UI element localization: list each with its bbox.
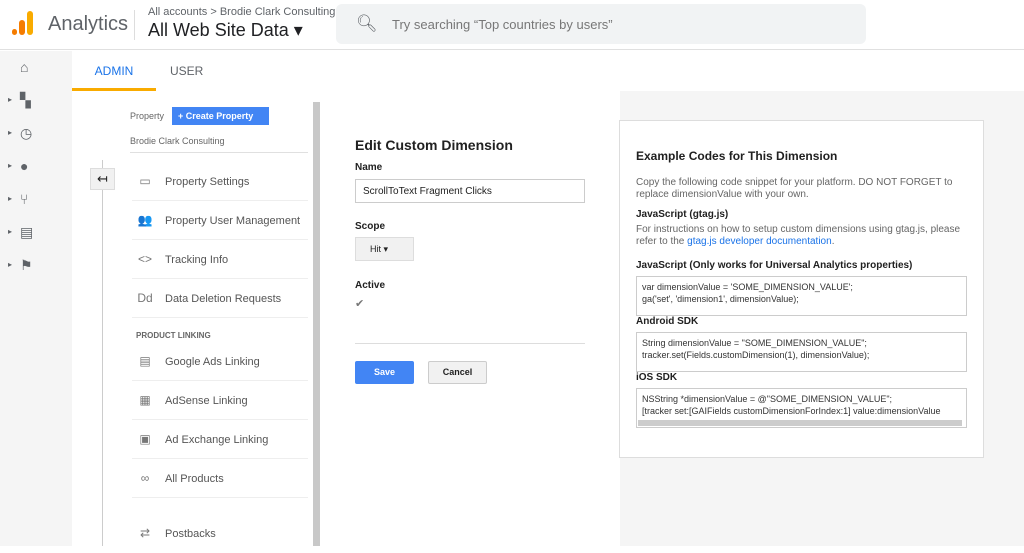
android-code-box[interactable]: String dimensionValue = "SOME_DIMENSION_…	[636, 332, 967, 372]
android-heading: Android SDK	[636, 316, 699, 327]
tracking-info-item[interactable]: <> Tracking Info	[132, 240, 308, 279]
postbacks-item[interactable]: ⇄ Postbacks	[132, 514, 308, 553]
item-label: AdSense Linking	[165, 395, 248, 407]
ad-exchange-icon: ▣	[139, 432, 151, 446]
divider	[102, 160, 103, 546]
nav-acquisition[interactable]: ▸ ⑂	[8, 191, 58, 213]
horizontal-scrollbar[interactable]	[638, 420, 962, 426]
edit-form-area	[320, 91, 620, 546]
divider	[130, 152, 308, 153]
left-nav: ⌂ ▸ ▚ ▸ ◷ ▸ ● ▸ ⑂ ▸ ▤ ▸ ⚑	[0, 51, 72, 546]
section-heading: PRODUCT LINKING	[136, 331, 211, 340]
acquisition-icon: ⑂	[20, 191, 29, 207]
postbacks-icon: ⇄	[139, 526, 151, 540]
code-line: var dimensionValue = 'SOME_DIMENSION_VAL…	[642, 282, 853, 292]
code-icon: <>	[137, 252, 152, 266]
property-user-management-item[interactable]: 👥 Property User Management	[132, 201, 308, 240]
gtag-heading: JavaScript (gtag.js)	[636, 209, 729, 220]
app-name: Analytics	[48, 13, 129, 35]
search-bar[interactable]: 🔍︎ Try searching “Top countries by users”	[336, 4, 866, 44]
ad-exchange-linking-item[interactable]: ▣ Ad Exchange Linking	[132, 420, 308, 459]
gtag-text: For instructions on how to setup custom …	[636, 224, 971, 248]
adsense-linking-item[interactable]: ▦ AdSense Linking	[132, 381, 308, 420]
tab-bar: ADMIN USER	[72, 51, 1024, 91]
gtag-docs-link[interactable]: gtag.js developer documentation	[687, 236, 832, 247]
link-icon: ∞	[140, 471, 150, 485]
layout-icon: ▭	[139, 174, 151, 188]
ua-heading: JavaScript (Only works for Universal Ana…	[636, 260, 913, 271]
ios-code-box[interactable]: NSString *dimensionValue = @"SOME_DIMENS…	[636, 388, 967, 428]
tab-admin[interactable]: ADMIN	[72, 64, 156, 91]
item-label: All Products	[165, 473, 224, 485]
breadcrumb[interactable]: All accounts > Brodie Clark Consulting	[148, 6, 335, 18]
item-label: Property User Management	[165, 215, 301, 227]
clock-icon: ◷	[20, 125, 33, 141]
scrollbar[interactable]	[313, 102, 320, 546]
scope-label: Scope	[355, 221, 386, 232]
code-line: NSString *dimensionValue = @"SOME_DIMENS…	[642, 394, 893, 404]
data-deletion-item[interactable]: Dd Data Deletion Requests	[132, 279, 308, 318]
item-label: Google Ads Linking	[165, 356, 260, 368]
panel-intro: Copy the following code snippet for your…	[636, 177, 953, 200]
users-icon: 👥	[137, 213, 153, 227]
name-label: Name	[355, 162, 383, 173]
flag-icon: ⚑	[20, 257, 33, 273]
search-placeholder: Try searching “Top countries by users”	[392, 17, 613, 32]
code-line: [tracker set:[GAIFields customDimensionF…	[642, 406, 941, 416]
item-label: Property Settings	[165, 176, 250, 188]
name-input[interactable]: ScrollToText Fragment Clicks	[355, 179, 585, 203]
active-label: Active	[355, 280, 386, 291]
home-icon: ⌂	[20, 59, 29, 75]
item-label: Tracking Info	[165, 254, 229, 266]
dashboard-icon: ▚	[20, 92, 31, 108]
code-line: ga('set', 'dimension1', dimensionValue);	[642, 294, 799, 304]
cancel-button[interactable]: Cancel	[428, 361, 487, 384]
nav-customization[interactable]: ▸ ▚	[8, 92, 58, 114]
active-checkbox[interactable]: ✔	[355, 297, 364, 310]
property-settings-item[interactable]: ▭ Property Settings	[132, 162, 308, 201]
back-arrow-icon[interactable]: ↤	[90, 168, 115, 190]
example-codes-panel: Example Codes for This Dimension Copy th…	[619, 120, 984, 458]
code-line: tracker.set(Fields.customDimension(1), d…	[642, 350, 870, 360]
nav-realtime[interactable]: ▸ ◷	[8, 125, 58, 147]
save-button[interactable]: Save	[355, 361, 414, 384]
item-label: Data Deletion Requests	[165, 293, 282, 305]
nav-behavior[interactable]: ▸ ▤	[8, 224, 58, 246]
ads-icon: ▤	[139, 354, 151, 368]
nav-home[interactable]: ⌂	[8, 59, 58, 81]
google-ads-linking-item[interactable]: ▤ Google Ads Linking	[132, 342, 308, 381]
analytics-logo-icon[interactable]	[12, 11, 34, 35]
all-products-item[interactable]: ∞ All Products	[132, 459, 308, 498]
property-label: Property	[130, 111, 165, 121]
ua-code-box[interactable]: var dimensionValue = 'SOME_DIMENSION_VAL…	[636, 276, 967, 316]
search-icon: 🔍︎	[356, 14, 378, 33]
person-icon: ●	[20, 158, 29, 174]
period: .	[831, 236, 835, 247]
panel-title: Example Codes for This Dimension	[636, 149, 838, 163]
adsense-icon: ▦	[139, 393, 151, 407]
behavior-icon: ▤	[20, 224, 34, 240]
item-label: Ad Exchange Linking	[165, 434, 269, 446]
scope-select[interactable]: Hit ▾	[355, 237, 414, 261]
code-line: String dimensionValue = "SOME_DIMENSION_…	[642, 338, 867, 348]
ios-heading: iOS SDK	[636, 372, 678, 383]
property-selector[interactable]: Brodie Clark Consulting	[130, 136, 225, 146]
divider	[355, 343, 585, 344]
page-title: Edit Custom Dimension	[355, 137, 513, 153]
item-label: Postbacks	[165, 528, 216, 540]
nav-audience[interactable]: ▸ ●	[8, 158, 58, 180]
nav-conversions[interactable]: ▸ ⚑	[8, 257, 58, 279]
dd-icon: Dd	[137, 291, 153, 305]
divider	[134, 10, 135, 40]
view-selector[interactable]: All Web Site Data ▾	[148, 20, 303, 41]
create-property-button[interactable]: + Create Property	[172, 107, 269, 125]
tab-user[interactable]: USER	[170, 64, 203, 78]
